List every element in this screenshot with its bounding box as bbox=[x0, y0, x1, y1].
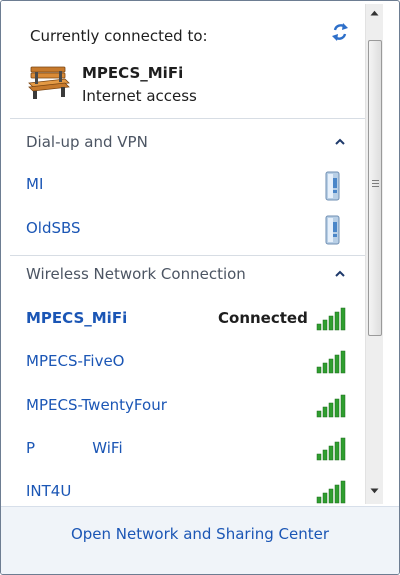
signal-bar bbox=[316, 453, 322, 461]
flyout-footer: Open Network and Sharing Center bbox=[1, 506, 399, 574]
currently-connected-heading: Currently connected to: bbox=[30, 27, 208, 45]
vpn-connection-icon bbox=[325, 171, 340, 201]
vertical-scrollbar[interactable] bbox=[365, 4, 383, 504]
wifi-network-name: MPECS-TwentyFour bbox=[26, 396, 167, 414]
connected-status: Connected bbox=[218, 309, 308, 327]
thumb-grip bbox=[372, 183, 379, 184]
signal-bar bbox=[334, 441, 340, 461]
signal-bar bbox=[322, 362, 328, 374]
vpn-item-label: OldSBS bbox=[26, 219, 81, 237]
wifi-item-int4u[interactable]: INT4U bbox=[10, 473, 370, 506]
signal-bar bbox=[334, 354, 340, 374]
current-connection-name: MPECS_MiFi bbox=[82, 64, 184, 82]
signal-bar bbox=[328, 402, 334, 418]
wifi-item-p-wifi[interactable]: P WiFi bbox=[10, 430, 370, 468]
wifi-network-name: INT4U bbox=[26, 482, 72, 500]
signal-bar bbox=[316, 323, 322, 331]
park-bench-network-icon bbox=[28, 66, 70, 99]
divider bbox=[10, 255, 372, 256]
arrow-up-icon bbox=[370, 10, 379, 15]
signal-bar bbox=[340, 437, 346, 461]
signal-bar bbox=[340, 350, 346, 374]
scroll-up-button[interactable] bbox=[366, 4, 383, 21]
signal-bar bbox=[340, 307, 346, 331]
vpn-item-label: MI bbox=[26, 175, 44, 193]
wireless-section-label: Wireless Network Connection bbox=[26, 265, 246, 283]
signal-strength-icon bbox=[316, 307, 346, 331]
scroll-down-button[interactable] bbox=[366, 482, 383, 499]
signal-bar bbox=[328, 445, 334, 461]
vpn-item-mi[interactable]: MI bbox=[10, 166, 370, 204]
vpn-connection-icon bbox=[325, 215, 340, 245]
scroll-thumb[interactable] bbox=[368, 40, 382, 336]
signal-bar bbox=[322, 319, 328, 331]
signal-bar bbox=[334, 311, 340, 331]
wifi-network-name: MPECS_MiFi bbox=[26, 309, 128, 327]
collapse-chevron-icon[interactable] bbox=[334, 138, 346, 146]
signal-bar bbox=[334, 484, 340, 504]
network-list-panel: Currently connected to: MPECS_MiFi Inter… bbox=[1, 1, 384, 506]
signal-bar bbox=[316, 496, 322, 504]
current-connection-status: Internet access bbox=[82, 87, 197, 105]
vpn-item-oldsbs[interactable]: OldSBS bbox=[10, 210, 370, 248]
signal-bar bbox=[328, 315, 334, 331]
signal-bar bbox=[322, 406, 328, 418]
signal-bar bbox=[316, 410, 322, 418]
wifi-network-name: P WiFi bbox=[26, 439, 123, 457]
signal-bar bbox=[322, 449, 328, 461]
signal-bar bbox=[340, 394, 346, 418]
signal-bar bbox=[316, 366, 322, 374]
signal-strength-icon bbox=[316, 394, 346, 418]
wifi-item-mpecs-fiveo[interactable]: MPECS-FiveO bbox=[10, 343, 370, 381]
thumb-grip bbox=[372, 186, 379, 187]
signal-bar bbox=[334, 398, 340, 418]
signal-strength-icon bbox=[316, 437, 346, 461]
arrow-down-icon bbox=[370, 488, 379, 493]
divider bbox=[10, 118, 372, 119]
signal-bar bbox=[340, 480, 346, 504]
network-flyout: Currently connected to: MPECS_MiFi Inter… bbox=[0, 0, 400, 575]
signal-strength-icon bbox=[316, 350, 346, 374]
open-network-sharing-center-link[interactable]: Open Network and Sharing Center bbox=[1, 525, 399, 543]
signal-bar bbox=[328, 488, 334, 504]
wifi-item-mpecs-twentyfour[interactable]: MPECS-TwentyFour bbox=[10, 387, 370, 425]
signal-strength-icon bbox=[316, 480, 346, 504]
wifi-item-mpecs-mifi[interactable]: MPECS_MiFi Connected bbox=[10, 300, 370, 338]
signal-bar bbox=[322, 492, 328, 504]
thumb-grip bbox=[372, 180, 379, 181]
wifi-network-name: MPECS-FiveO bbox=[26, 352, 125, 370]
dialup-vpn-section-label: Dial-up and VPN bbox=[26, 133, 148, 151]
refresh-icon[interactable] bbox=[329, 21, 351, 43]
signal-bar bbox=[328, 358, 334, 374]
collapse-chevron-icon[interactable] bbox=[334, 270, 346, 278]
